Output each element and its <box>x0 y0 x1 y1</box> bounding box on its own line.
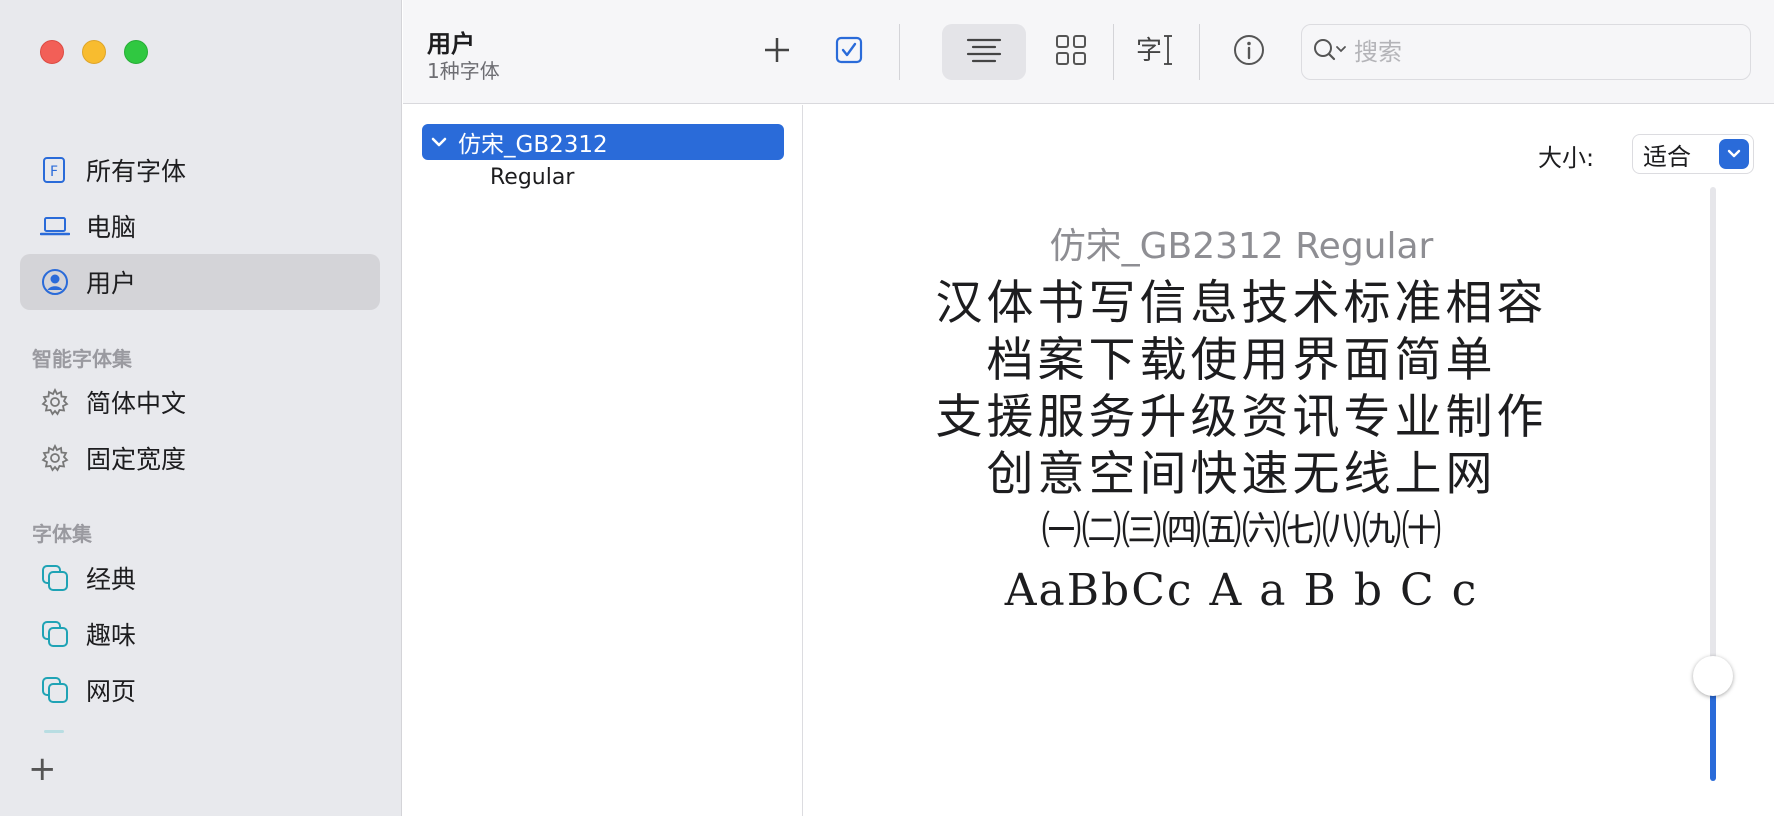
toolbar: 用户 1种字体 字 <box>403 0 1774 104</box>
sidebar-item-all-fonts[interactable]: F 所有字体 <box>20 142 380 198</box>
sample-line: 汉体书写信息技术标准相容 <box>935 276 1548 331</box>
sidebar-item-label: 电脑 <box>86 213 137 242</box>
toolbar-divider <box>1199 24 1200 80</box>
sidebar: F 所有字体 电脑 用户 智能字体集 简体中文 固定宽度 字体集 经典 趣味 网… <box>0 0 402 816</box>
search-input[interactable] <box>1354 38 1714 66</box>
sidebar-item-label: 固定宽度 <box>86 445 187 474</box>
font-style-row[interactable]: Regular <box>490 165 574 190</box>
size-label: 大小: <box>1538 144 1595 172</box>
custom-preview-button[interactable]: 字 <box>1123 24 1189 80</box>
search-icon[interactable] <box>1312 36 1348 68</box>
collections-heading: 字体集 <box>32 522 92 546</box>
size-select-value: 适合 <box>1643 142 1691 171</box>
scroll-edge-hint <box>44 730 64 733</box>
gear-icon <box>40 387 70 417</box>
search-field[interactable] <box>1301 24 1751 80</box>
font-preview: 大小: 适合 仿宋_GB2312 Regular 汉体书写信息技术标准相容 档案… <box>804 105 1774 816</box>
plus-icon <box>762 35 792 69</box>
sample-view-button[interactable] <box>942 24 1026 80</box>
text-lines-icon <box>966 36 1002 68</box>
sample-title: 仿宋_GB2312 Regular <box>1049 226 1434 267</box>
toolbar-divider <box>1113 24 1114 80</box>
size-slider-fill <box>1710 687 1716 781</box>
sidebar-item-label: 经典 <box>86 565 137 594</box>
laptop-icon <box>40 211 70 241</box>
minimize-window-button[interactable] <box>82 40 106 64</box>
grid-icon <box>1055 34 1087 70</box>
info-icon <box>1233 34 1265 70</box>
sidebar-item-label: 所有字体 <box>86 157 187 186</box>
chevron-down-icon[interactable] <box>428 131 450 153</box>
sample-text: 汉体书写信息技术标准相容 档案下载使用界面简单 支援服务升级资讯专业制作 创意空… <box>804 275 1679 619</box>
sidebar-item-user[interactable]: 用户 <box>20 254 380 310</box>
font-family-name: 仿宋_GB2312 <box>458 132 608 158</box>
sidebar-item-classic[interactable]: 经典 <box>20 550 380 606</box>
smart-collections-heading: 智能字体集 <box>32 347 132 371</box>
grid-view-button[interactable] <box>1039 24 1103 80</box>
svg-text:F: F <box>50 164 58 180</box>
checkbox-icon <box>834 35 864 69</box>
collection-icon <box>40 675 70 705</box>
gear-icon <box>40 443 70 473</box>
toolbar-divider <box>899 24 900 80</box>
font-file-icon: F <box>40 155 70 185</box>
sidebar-item-computer[interactable]: 电脑 <box>20 198 380 254</box>
sidebar-item-label: 简体中文 <box>86 389 187 418</box>
sidebar-item-label: 趣味 <box>86 621 137 650</box>
sidebar-item-simplified-chinese[interactable]: 简体中文 <box>20 374 380 430</box>
sample-line: 支援服务升级资讯专业制作 <box>935 390 1548 445</box>
sidebar-item-label: 网页 <box>86 677 137 706</box>
character-cursor-icon: 字 <box>1136 33 1176 71</box>
size-select[interactable]: 适合 <box>1632 134 1754 174</box>
sample-line: 档案下载使用界面简单 <box>986 333 1497 388</box>
user-icon <box>40 267 70 297</box>
sidebar-item-fun[interactable]: 趣味 <box>20 606 380 662</box>
chevron-down-icon <box>1719 139 1749 169</box>
zoom-window-button[interactable] <box>124 40 148 64</box>
collection-icon <box>40 563 70 593</box>
sample-line: ㈠㈡㈢㈣㈤㈥㈦㈧㈨㈩ <box>1041 508 1442 554</box>
sample-line: AaBbCc A a B b C c <box>1004 565 1479 616</box>
toolbar-subtitle: 1种字体 <box>427 59 500 83</box>
sample-line: 创意空间快速无线上网 <box>986 447 1497 502</box>
add-font-button[interactable] <box>747 24 807 80</box>
font-list: 仿宋_GB2312 Regular <box>403 105 803 816</box>
sidebar-item-fixed-width[interactable]: 固定宽度 <box>20 430 380 486</box>
add-collection-button[interactable]: + <box>28 752 57 786</box>
sidebar-item-web[interactable]: 网页 <box>20 662 380 718</box>
svg-text:字: 字 <box>1136 36 1162 66</box>
collection-icon <box>40 619 70 649</box>
close-window-button[interactable] <box>40 40 64 64</box>
validate-fonts-button[interactable] <box>819 24 879 80</box>
toolbar-title: 用户 <box>427 30 475 58</box>
sidebar-item-label: 用户 <box>86 269 137 298</box>
size-slider-knob[interactable] <box>1693 656 1733 696</box>
font-info-button[interactable] <box>1219 24 1279 80</box>
window-controls <box>40 40 148 64</box>
font-family-row[interactable]: 仿宋_GB2312 <box>422 124 784 160</box>
